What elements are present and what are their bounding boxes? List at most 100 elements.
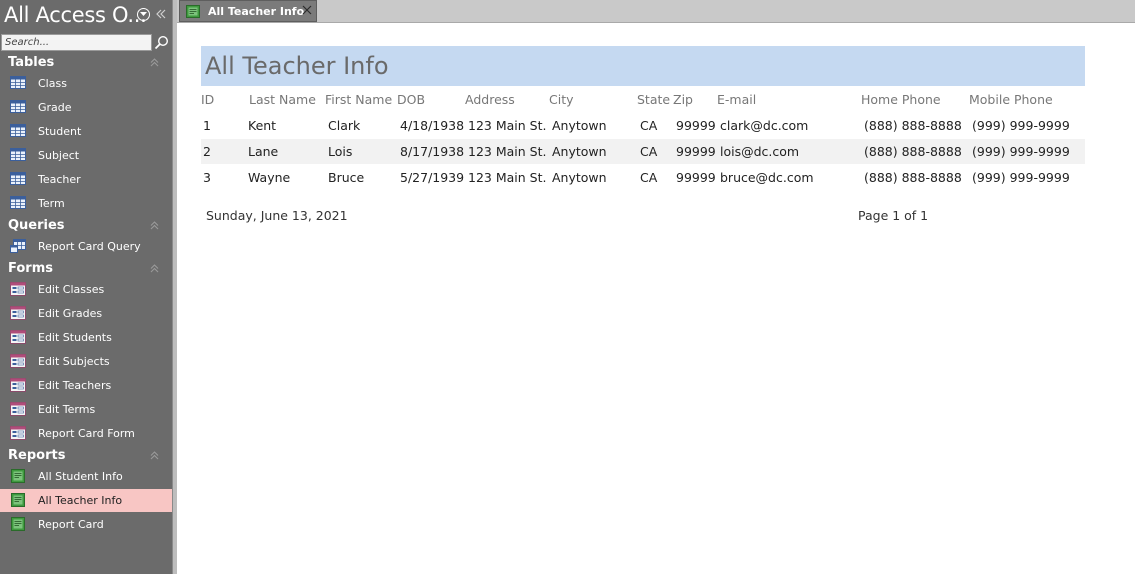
nav-item-all-teacher-info[interactable]: All Teacher Info [0,489,172,512]
shutter-bar-close-icon[interactable] [155,8,167,20]
table-icon [10,76,26,90]
nav-item-all-student-info[interactable]: All Student Info [0,465,172,488]
collapse-group-icon[interactable] [149,450,160,461]
cell-city: Anytown [552,144,607,159]
close-icon[interactable] [301,4,313,16]
collapse-group-icon[interactable] [149,263,160,274]
nav-item-label: Report Card [38,518,104,531]
nav-item-label: Edit Teachers [38,379,112,392]
nav-item-edit-grades[interactable]: Edit Grades [0,302,172,325]
nav-pane-title[interactable]: All Access O... [4,3,147,27]
nav-item-student[interactable]: Student [0,120,172,143]
table-icon [10,172,26,186]
cell-city: Anytown [552,118,607,133]
nav-item-label: Edit Grades [38,307,103,320]
nav-item-edit-subjects[interactable]: Edit Subjects [0,350,172,373]
report-icon [10,517,26,531]
cell-zip: 99999 [676,118,716,133]
cell-last-name: Wayne [248,170,291,185]
cell-dob: 8/17/1938 [400,144,465,159]
nav-item-edit-teachers[interactable]: Edit Teachers [0,374,172,397]
nav-item-label: Teacher [38,173,81,186]
collapse-group-icon[interactable] [149,57,160,68]
report-title: All Teacher Info [205,52,389,80]
report-icon [10,493,26,507]
nav-item-label: All Student Info [38,470,123,483]
nav-group-forms[interactable]: Forms [0,259,172,279]
column-header-zip: Zip [673,92,693,107]
column-header-state: State [637,92,671,107]
nav-item-teacher[interactable]: Teacher [0,168,172,191]
column-header-home-phone: Home Phone [861,92,941,107]
nav-item-label: Student [38,125,82,138]
nav-group-label: Reports [8,448,66,463]
cell-city: Anytown [552,170,607,185]
nav-item-report-card-query[interactable]: Report Card Query [0,235,172,258]
column-header-last-name: Last Name [249,92,316,107]
table-icon [10,124,26,138]
column-header-mobile-phone: Mobile Phone [969,92,1053,107]
cell-zip: 99999 [676,144,716,159]
cell-state: CA [640,144,658,159]
cell-id: 1 [203,118,211,133]
nav-item-edit-classes[interactable]: Edit Classes [0,278,172,301]
nav-item-label: Edit Classes [38,283,105,296]
cell-state: CA [640,118,658,133]
form-icon [10,306,26,320]
nav-item-label: Edit Subjects [38,355,110,368]
search-icon[interactable] [152,34,171,51]
nav-item-label: Class [38,77,67,90]
cell-mobile-phone: (999) 999-9999 [972,118,1070,133]
nav-item-class[interactable]: Class [0,72,172,95]
nav-item-report-card-form[interactable]: Report Card Form [0,422,172,445]
cell-address: 123 Main St. [468,118,547,133]
cell-id: 2 [203,144,211,159]
cell-last-name: Kent [248,118,277,133]
table-icon [10,148,26,162]
cell-mobile-phone: (999) 999-9999 [972,170,1070,185]
nav-group-tables[interactable]: Tables [0,53,172,73]
cell-zip: 99999 [676,170,716,185]
nav-pane-header[interactable]: All Access O... [0,0,172,32]
nav-item-edit-terms[interactable]: Edit Terms [0,398,172,421]
report-view: All Teacher Info ID Last Name First Name DO… [177,23,1135,574]
report-icon [10,469,26,483]
column-header-e-mail: E-mail [717,92,757,107]
search-box[interactable] [1,34,153,51]
report-icon [186,5,200,18]
column-header-address: Address [465,92,515,107]
table-icon [10,196,26,210]
nav-item-subject[interactable]: Subject [0,144,172,167]
nav-item-label: Edit Students [38,331,112,344]
query-icon [10,239,26,253]
nav-item-report-card[interactable]: Report Card [0,513,172,536]
nav-item-label: Report Card Query [38,240,141,253]
navigation-pane: All Access O... Tables Class Grade Student S… [0,0,172,574]
nav-item-term[interactable]: Term [0,192,172,215]
nav-group-label: Forms [8,261,53,276]
cell-first-name: Clark [328,118,361,133]
nav-item-edit-students[interactable]: Edit Students [0,326,172,349]
nav-item-label: All Teacher Info [38,494,123,507]
cell-state: CA [640,170,658,185]
nav-group-reports[interactable]: Reports [0,446,172,466]
cell-dob: 4/18/1938 [400,118,465,133]
column-header-city: City [549,92,574,107]
nav-item-grade[interactable]: Grade [0,96,172,119]
column-header-id: ID [201,92,215,107]
cell-e-mail: lois@dc.com [720,144,800,159]
collapse-group-icon[interactable] [149,220,160,231]
document-tab-strip: All Teacher Info [177,0,1135,23]
nav-item-label: Grade [38,101,72,114]
column-header-first-name: First Name [325,92,393,107]
nav-item-label: Subject [38,149,80,162]
cell-mobile-phone: (999) 999-9999 [972,144,1070,159]
nav-group-queries[interactable]: Queries [0,216,172,236]
report-footer-date: Sunday, June 13, 2021 [206,208,348,223]
search-input[interactable] [3,35,153,50]
nav-item-label: Edit Terms [38,403,96,416]
nav-menu-dropdown-icon[interactable] [137,8,150,21]
cell-first-name: Lois [328,144,353,159]
table-icon [10,100,26,114]
tab-all-teacher-info[interactable]: All Teacher Info [179,0,317,22]
